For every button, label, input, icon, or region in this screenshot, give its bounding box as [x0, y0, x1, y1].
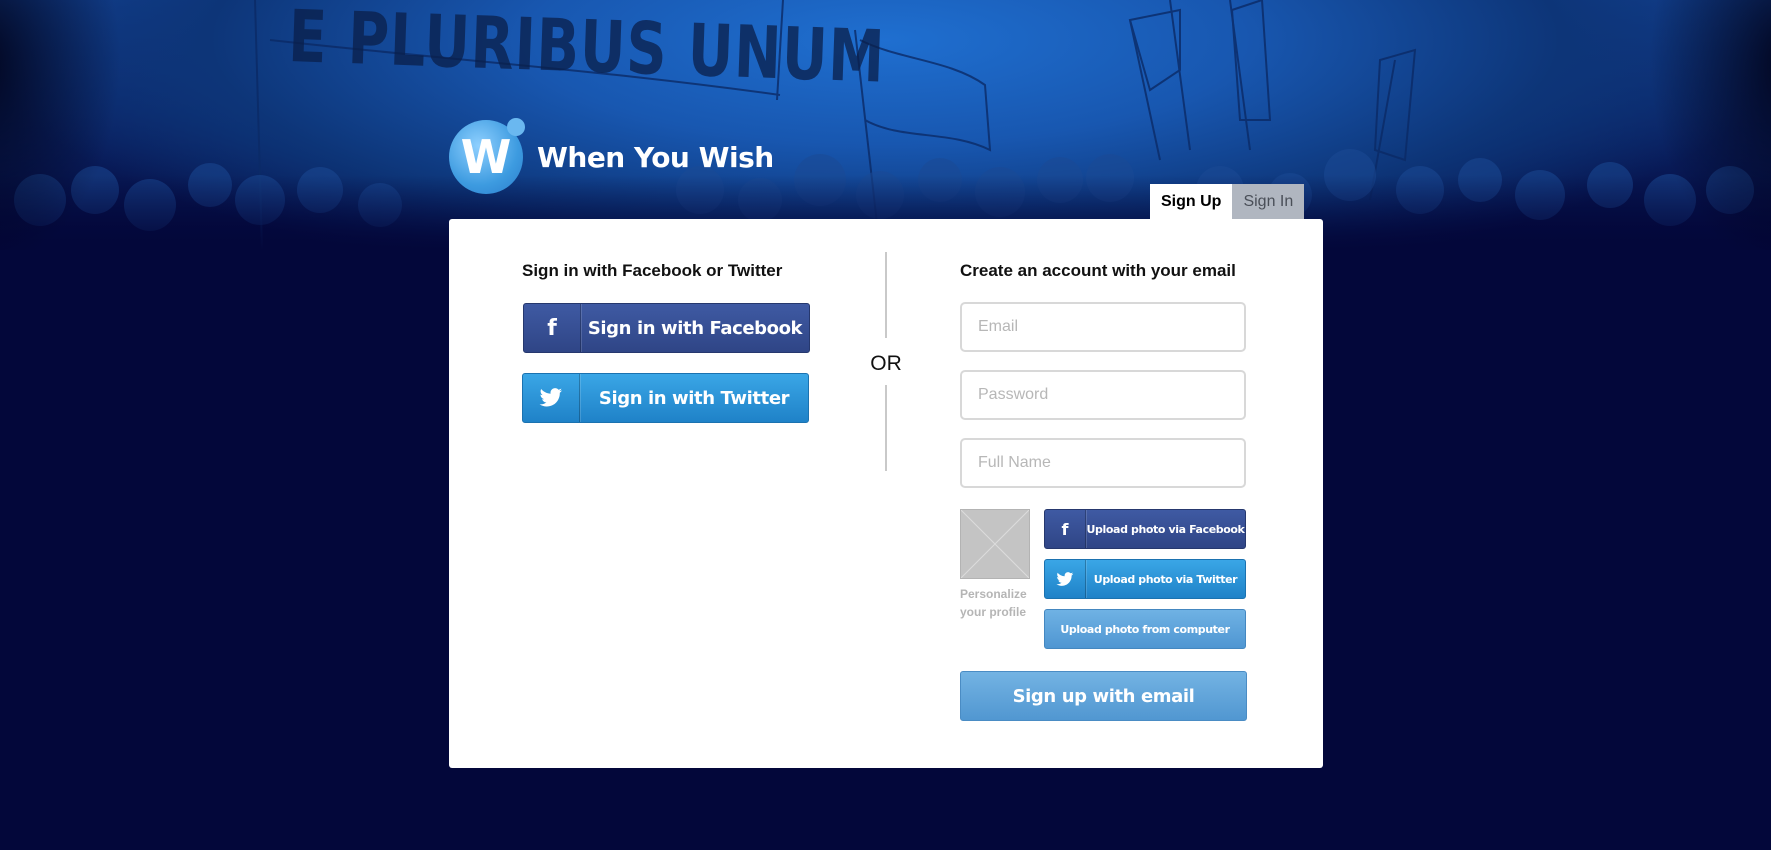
placeholder-image-icon: [960, 509, 1030, 579]
divider-top: [885, 252, 887, 338]
brand-logo[interactable]: W When You Wish: [449, 118, 774, 194]
upload-twitter-label: Upload photo via Twitter: [1093, 572, 1238, 586]
sign-up-email-button[interactable]: Sign up with email: [960, 671, 1247, 721]
upload-twitter-button[interactable]: Upload photo via Twitter: [1044, 559, 1246, 599]
logo-icon: W: [449, 118, 525, 194]
auth-tabs: Sign Up Sign In: [1150, 184, 1305, 220]
divider-bottom: [885, 385, 887, 471]
upload-facebook-label: Upload photo via Facebook: [1086, 522, 1245, 536]
hero-banner: E PLURIBUS UNUM: [0, 0, 1771, 250]
twitter-signin-button[interactable]: Sign in with Twitter: [522, 373, 809, 423]
avatar-placeholder[interactable]: [960, 509, 1030, 579]
email-heading: Create an account with your email: [960, 261, 1236, 280]
upload-facebook-button[interactable]: f Upload photo via Facebook: [1044, 509, 1246, 549]
twitter-bird-icon: [1045, 560, 1086, 598]
crowd-illustration: [14, 0, 1754, 250]
social-heading: Sign in with Facebook or Twitter: [522, 261, 783, 280]
full-name-field[interactable]: [960, 438, 1246, 488]
avatar-caption: Personalize your profile: [960, 587, 1027, 619]
facebook-signin-button[interactable]: f Sign in with Facebook: [523, 303, 810, 353]
twitter-bird-icon: [523, 374, 580, 422]
password-field[interactable]: [960, 370, 1246, 420]
facebook-icon: f: [524, 304, 581, 352]
tab-sign-up[interactable]: Sign Up: [1150, 184, 1233, 220]
facebook-signin-label: Sign in with Facebook: [587, 317, 803, 339]
signup-panel: Sign in with Facebook or Twitter f Sign …: [449, 219, 1323, 768]
twitter-signin-label: Sign in with Twitter: [598, 387, 790, 409]
facebook-icon: f: [1045, 510, 1086, 548]
upload-computer-label: Upload photo from computer: [1060, 622, 1230, 636]
tab-sign-in[interactable]: Sign In: [1232, 184, 1305, 220]
or-separator: OR: [870, 352, 902, 375]
email-field[interactable]: [960, 302, 1246, 352]
brand-name: When You Wish: [537, 140, 774, 174]
banner-slogan: E PLURIBUS UNUM: [287, 0, 887, 99]
upload-computer-button[interactable]: Upload photo from computer: [1044, 609, 1246, 649]
